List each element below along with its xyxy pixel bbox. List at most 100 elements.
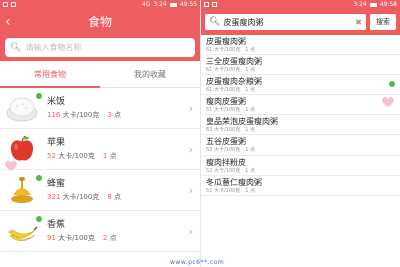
list-item[interactable]: 三全皮蛋瘦肉粥 61 大卡/100克 1 点 [201, 55, 400, 76]
points-label: 点 [249, 47, 255, 53]
kcal-value: 116 [47, 110, 61, 119]
kcal-unit: 大卡/100克 [58, 233, 95, 242]
list-item[interactable]: 香蕉 91 大卡/100克 2 点 › [0, 211, 200, 252]
points-value: 8 [107, 192, 112, 201]
points-label: 点 [249, 147, 255, 154]
kcal-value: 52 [47, 151, 56, 160]
result-name: 三全皮蛋瘦肉粥 [206, 57, 262, 67]
status-dot [36, 93, 42, 99]
food-name: 米饭 [47, 96, 66, 107]
result-name: 皮蛋瘦肉杂粮粥 [206, 77, 262, 87]
results-list: 皮蛋瘦肉粥 61 大卡/100克 1 点 三全皮蛋瘦肉粥 61 大卡/100克 1 … [201, 35, 400, 196]
points-label: 点 [249, 127, 255, 134]
notification-icon [3, 2, 8, 7]
kcal-unit: 大卡/100克 [213, 147, 241, 154]
kcal-value: 63 [206, 127, 213, 134]
kcal-unit: 大卡/100克 [62, 110, 100, 119]
tab-common-foods[interactable]: 常用食物 [0, 61, 100, 87]
kcal-value: 321 [47, 192, 61, 201]
points-label: 点 [249, 107, 255, 114]
kcal-value: 61 [206, 47, 213, 53]
kcal-value: 53 [206, 147, 213, 154]
result-name: 皮蛋瘦肉粥 [206, 37, 246, 46]
status-dot [36, 175, 42, 181]
status-dot [36, 216, 42, 222]
status-bar: 3:24 49:58 [201, 0, 400, 9]
search-input[interactable]: 🔍︎ 皮蛋瘦肉粥 ✖ [205, 14, 366, 30]
result-name: 冬瓜薏仁瘦肉粥 [206, 177, 262, 187]
banana-image [5, 215, 42, 247]
kcal-value: 91 [47, 233, 56, 242]
tab-bar: 常用食物 我的收藏 [0, 61, 200, 88]
kcal-unit: 大卡/100克 [62, 192, 100, 201]
search-button[interactable]: 搜索 [370, 14, 396, 30]
honey-image [5, 174, 42, 206]
kcal-unit: 大卡/100克 [213, 187, 241, 194]
chevron-right-icon: › [188, 224, 193, 238]
points-value: 1 [245, 187, 249, 194]
kcal-value: 61 [206, 67, 213, 74]
kcal-unit: 大卡/100克 [213, 167, 241, 174]
food-name: 蜂蜜 [47, 178, 66, 189]
list-item[interactable]: 五谷皮蛋粥 53 大卡/100克 1 点 [201, 135, 400, 156]
points-value: 2 [102, 233, 108, 242]
points-label: 点 [249, 87, 255, 94]
food-list: 米饭 116 大卡/100克 3 点 › 苹果 52 大卡/100克 1 点 › [0, 88, 200, 252]
kcal-value: 61 [206, 87, 213, 94]
list-item[interactable]: 皇品荣泡皮蛋瘦肉粥 63 大卡/100克 1 点 [201, 115, 400, 136]
status-time: 3:24 [353, 1, 367, 8]
chevron-right-icon: › [188, 101, 193, 115]
points-value: 1 [245, 167, 249, 174]
list-item[interactable]: 蜂蜜 321 大卡/100克 8 点 › [0, 170, 200, 211]
heart-icon [382, 96, 394, 107]
result-name: 瘦肉皮蛋粥 [206, 97, 246, 107]
points-label: 点 [249, 167, 255, 174]
watermark: www.pc6**.com [170, 259, 225, 266]
list-item[interactable]: 冬瓜薏仁瘦肉粥 51 大卡/100克 1 点 [201, 176, 400, 196]
list-item[interactable]: 皮蛋瘦肉杂粮粥 61 大卡/100克 1 点 [201, 75, 400, 96]
points-value: 1 [245, 147, 249, 154]
points-label: 点 [109, 151, 117, 160]
kcal-unit: 大卡/100克 [213, 87, 241, 94]
food-screen: 4G 3:24 49:55 ‹ 食物 🔍︎ 请输入食物名称 常用食物 我的收藏 [0, 0, 200, 267]
clear-icon[interactable]: ✖ [355, 18, 362, 27]
result-name: 皇品荣泡皮蛋瘦肉粥 [206, 117, 278, 127]
kcal-value: 52 [206, 167, 213, 174]
kcal-unit: 大卡/100克 [213, 47, 241, 53]
points-label: 点 [114, 110, 122, 119]
kcal-unit: 大卡/100克 [213, 107, 241, 114]
points-label: 点 [249, 67, 255, 74]
search-bar: 🔍︎ 请输入食物名称 [0, 35, 200, 61]
chevron-right-icon: › [188, 183, 193, 197]
kcal-value: 51 [206, 187, 213, 194]
points-value: 1 [245, 127, 249, 134]
status-time: 3:24 [153, 1, 167, 8]
rice-image [5, 92, 42, 124]
battery-icon [369, 2, 377, 7]
points-label: 点 [249, 187, 255, 194]
kcal-value: 51 [206, 107, 213, 114]
search-value: 皮蛋瘦肉粥 [223, 17, 264, 27]
list-item[interactable]: 皮蛋瘦肉粥 61 大卡/100克 1 点 [201, 35, 400, 56]
app-bar: ‹ 食物 [0, 9, 200, 35]
points-value: 1 [102, 151, 108, 160]
search-icon: 🔍︎ [209, 17, 221, 27]
list-item[interactable]: 苹果 52 大卡/100克 1 点 › [0, 129, 200, 170]
search-icon: 🔍︎ [10, 42, 22, 53]
battery-icon [169, 2, 177, 7]
search-input[interactable]: 🔍︎ 请输入食物名称 [5, 38, 195, 57]
status-right-time: 49:58 [379, 1, 397, 8]
points-value: 1 [245, 107, 249, 114]
tab-my-favorites[interactable]: 我的收藏 [100, 61, 200, 87]
list-item[interactable]: 瘦肉皮蛋粥 51 大卡/100克 1 点 [201, 95, 400, 116]
points-value: 1 [245, 47, 249, 53]
list-item[interactable]: 瘦肉拌粉皮 52 大卡/100克 1 点 [201, 156, 400, 176]
search-bar: 🔍︎ 皮蛋瘦肉粥 ✖ 搜索 [201, 9, 400, 35]
notification-icon [212, 2, 217, 7]
search-results-screen: 3:24 49:58 🔍︎ 皮蛋瘦肉粥 ✖ 搜索 皮蛋瘦肉粥 61 大卡/100… [200, 0, 400, 267]
points-value: 3 [107, 110, 112, 119]
points-label: 点 [109, 233, 117, 242]
heart-icon [5, 160, 17, 171]
list-item[interactable]: 米饭 116 大卡/100克 3 点 › [0, 88, 200, 129]
kcal-unit: 大卡/100克 [213, 127, 241, 134]
